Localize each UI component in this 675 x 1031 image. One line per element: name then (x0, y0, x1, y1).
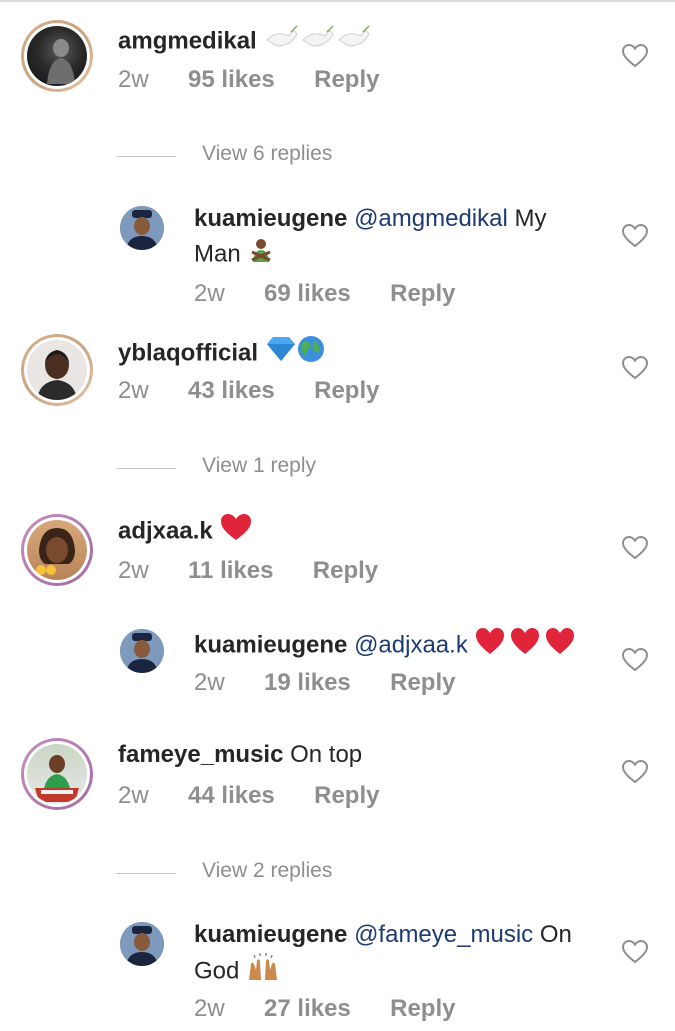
heart-outline-icon[interactable] (622, 44, 648, 68)
avatar-portrait (37, 350, 77, 400)
replies-divider-line (116, 873, 176, 874)
gesture-emoji (247, 236, 275, 274)
mention-link[interactable]: @adjxaa.k (354, 631, 468, 658)
avatar[interactable] (21, 514, 93, 586)
red-heart-emoji-group (475, 626, 579, 666)
heart-outline-icon[interactable] (622, 356, 648, 380)
comment-time: 2w (118, 782, 149, 809)
avatar-portrait (35, 755, 79, 802)
comment-text: Man (194, 240, 241, 268)
likes-count[interactable]: 19 likes (264, 669, 351, 696)
avatar[interactable] (21, 20, 93, 92)
avatar-portrait (120, 629, 164, 673)
comment-time: 2w (118, 66, 149, 93)
reply-button[interactable]: Reply (313, 557, 378, 584)
username[interactable]: kuamieugene (194, 205, 347, 232)
avatar[interactable] (120, 206, 164, 250)
heart-outline-icon[interactable] (622, 536, 648, 560)
reply-button[interactable]: Reply (314, 782, 379, 809)
reply-button[interactable]: Reply (314, 377, 379, 404)
avatar[interactable] (120, 629, 164, 673)
username[interactable]: kuamieugene (194, 631, 347, 658)
mention-link[interactable]: @amgmedikal (354, 205, 508, 232)
likes-count[interactable]: 95 likes (188, 66, 275, 93)
comment-text: God (194, 957, 240, 985)
top-divider (0, 0, 675, 2)
reply-button[interactable]: Reply (390, 280, 455, 307)
avatar-silhouette (47, 39, 75, 84)
comment-time: 2w (118, 557, 149, 584)
raising-hands-emoji (246, 952, 280, 992)
heart-outline-icon[interactable] (622, 760, 648, 784)
replies-divider-line (116, 156, 176, 157)
view-replies-label[interactable]: View 6 replies (202, 142, 332, 166)
username[interactable]: fameye_music (118, 741, 283, 768)
avatar-portrait (36, 528, 75, 575)
reply-button[interactable]: Reply (390, 995, 455, 1022)
mention-link[interactable]: @fameye_music (354, 921, 533, 948)
heart-outline-icon[interactable] (622, 224, 648, 248)
view-replies-label[interactable]: View 1 reply (202, 454, 316, 478)
username[interactable]: kuamieugene (194, 921, 347, 948)
reply-button[interactable]: Reply (314, 66, 379, 93)
gem-globe-emoji (265, 334, 327, 374)
username[interactable]: adjxaa.k (118, 517, 213, 544)
comment-text: On (539, 921, 572, 948)
avatar-portrait (120, 922, 164, 966)
comment-text: My (514, 205, 547, 232)
reply-button[interactable]: Reply (390, 669, 455, 696)
heart-outline-icon[interactable] (622, 940, 648, 964)
comment-time: 2w (194, 995, 225, 1022)
comment-time: 2w (194, 669, 225, 696)
view-replies-label[interactable]: View 2 replies (202, 859, 332, 883)
likes-count[interactable]: 11 likes (188, 557, 273, 584)
avatar[interactable] (21, 738, 93, 810)
likes-count[interactable]: 44 likes (188, 782, 275, 809)
username[interactable]: yblaqofficial (118, 339, 258, 366)
comment-time: 2w (194, 280, 225, 307)
avatar[interactable] (120, 922, 164, 966)
likes-count[interactable]: 27 likes (264, 995, 351, 1022)
red-heart-emoji (219, 512, 253, 552)
heart-outline-icon[interactable] (622, 648, 648, 672)
likes-count[interactable]: 43 likes (188, 377, 275, 404)
username[interactable]: amgmedikal (118, 27, 257, 54)
avatar[interactable] (21, 334, 93, 406)
replies-divider-line (116, 468, 176, 469)
likes-count[interactable]: 69 likes (264, 280, 351, 307)
avatar-portrait (120, 206, 164, 250)
comment-text: On top (290, 741, 363, 768)
comment-time: 2w (118, 377, 149, 404)
dove-emoji-group (263, 22, 373, 62)
